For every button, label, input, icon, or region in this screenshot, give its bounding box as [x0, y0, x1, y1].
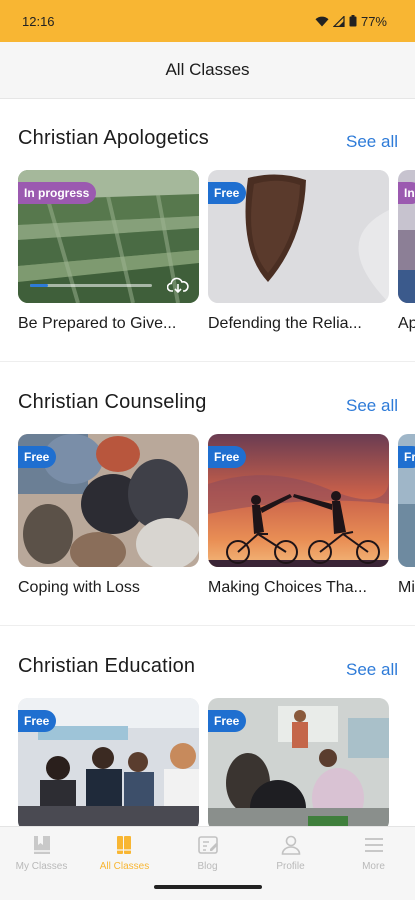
- nav-more[interactable]: More: [332, 833, 415, 877]
- class-thumbnail: Free: [18, 434, 199, 567]
- section-divider: [0, 625, 415, 626]
- status-badge: Fr: [398, 446, 415, 468]
- status-badge: Free: [208, 710, 247, 732]
- class-title: Making Choices Tha...: [208, 579, 367, 596]
- class-card[interactable]: In Ap: [398, 170, 415, 332]
- class-thumbnail: Fr: [398, 434, 415, 567]
- class-thumbnail: In progress: [18, 170, 199, 303]
- section-title: Christian Counseling: [18, 391, 207, 413]
- progress-bar: [30, 284, 152, 287]
- class-card[interactable]: Free: [18, 698, 199, 826]
- section-title: Christian Education: [18, 655, 196, 677]
- class-thumbnail: In: [398, 170, 415, 303]
- section-title: Christian Apologetics: [18, 127, 209, 149]
- section-divider: [0, 361, 415, 362]
- all-classes-icon: [116, 836, 131, 854]
- nav-label: Profile: [276, 861, 305, 872]
- class-card[interactable]: Free Defending the Relia...: [208, 170, 389, 332]
- nav-blog[interactable]: Blog: [166, 833, 249, 877]
- blog-icon: [197, 836, 218, 854]
- see-all-link[interactable]: See all: [346, 396, 398, 416]
- classes-list[interactable]: Christian Apologetics See all In progres…: [0, 99, 415, 826]
- status-badge: Free: [208, 446, 247, 468]
- class-thumbnail: Free: [208, 170, 389, 303]
- home-indicator[interactable]: [154, 885, 262, 889]
- wifi-icon: [315, 16, 329, 26]
- status-badge: In progress: [18, 182, 97, 204]
- class-title: Defending the Relia...: [208, 315, 362, 332]
- battery-icon: [349, 15, 357, 27]
- nav-my-classes[interactable]: My Classes: [0, 833, 83, 877]
- nav-label: Blog: [197, 861, 218, 872]
- status-indicators: 77%: [315, 14, 387, 29]
- profile-icon: [281, 835, 300, 855]
- class-title: Ap: [398, 315, 415, 332]
- status-badge: Free: [18, 446, 57, 468]
- status-badge: Free: [18, 710, 57, 732]
- class-card[interactable]: Free Making Choices Tha...: [208, 434, 389, 596]
- my-classes-icon: [33, 836, 50, 854]
- status-time: 12:16: [22, 13, 55, 29]
- nav-label: My Classes: [15, 861, 68, 872]
- progress-fill: [30, 284, 49, 287]
- see-all-link[interactable]: See all: [346, 660, 398, 680]
- class-thumbnail: Free: [208, 698, 389, 826]
- nav-label: More: [362, 861, 385, 872]
- nav-profile[interactable]: Profile: [249, 833, 332, 877]
- status-badge: Free: [208, 182, 247, 204]
- more-icon: [364, 838, 383, 852]
- class-card[interactable]: Free Coping with Loss: [18, 434, 199, 596]
- class-thumbnail: Free: [18, 698, 199, 826]
- class-card[interactable]: Free: [208, 698, 389, 826]
- status-badge: In: [398, 182, 415, 204]
- class-card[interactable]: In progress Be Prepared to Give...: [18, 170, 199, 332]
- status-bar: 12:16 77%: [0, 0, 415, 42]
- signal-icon: [332, 15, 345, 27]
- page-title: All Classes: [165, 60, 250, 79]
- class-thumbnail: Free: [208, 434, 389, 567]
- battery-level: 77%: [360, 13, 387, 29]
- nav-label: All Classes: [99, 861, 150, 872]
- class-card[interactable]: Fr Mi: [398, 434, 415, 596]
- class-title: Coping with Loss: [18, 579, 140, 596]
- class-title: Mi: [398, 579, 415, 596]
- see-all-link[interactable]: See all: [346, 132, 398, 152]
- cloud-download-icon[interactable]: [167, 276, 189, 294]
- app-header: All Classes: [0, 42, 415, 99]
- nav-all-classes[interactable]: All Classes: [83, 833, 166, 877]
- class-title: Be Prepared to Give...: [18, 315, 177, 332]
